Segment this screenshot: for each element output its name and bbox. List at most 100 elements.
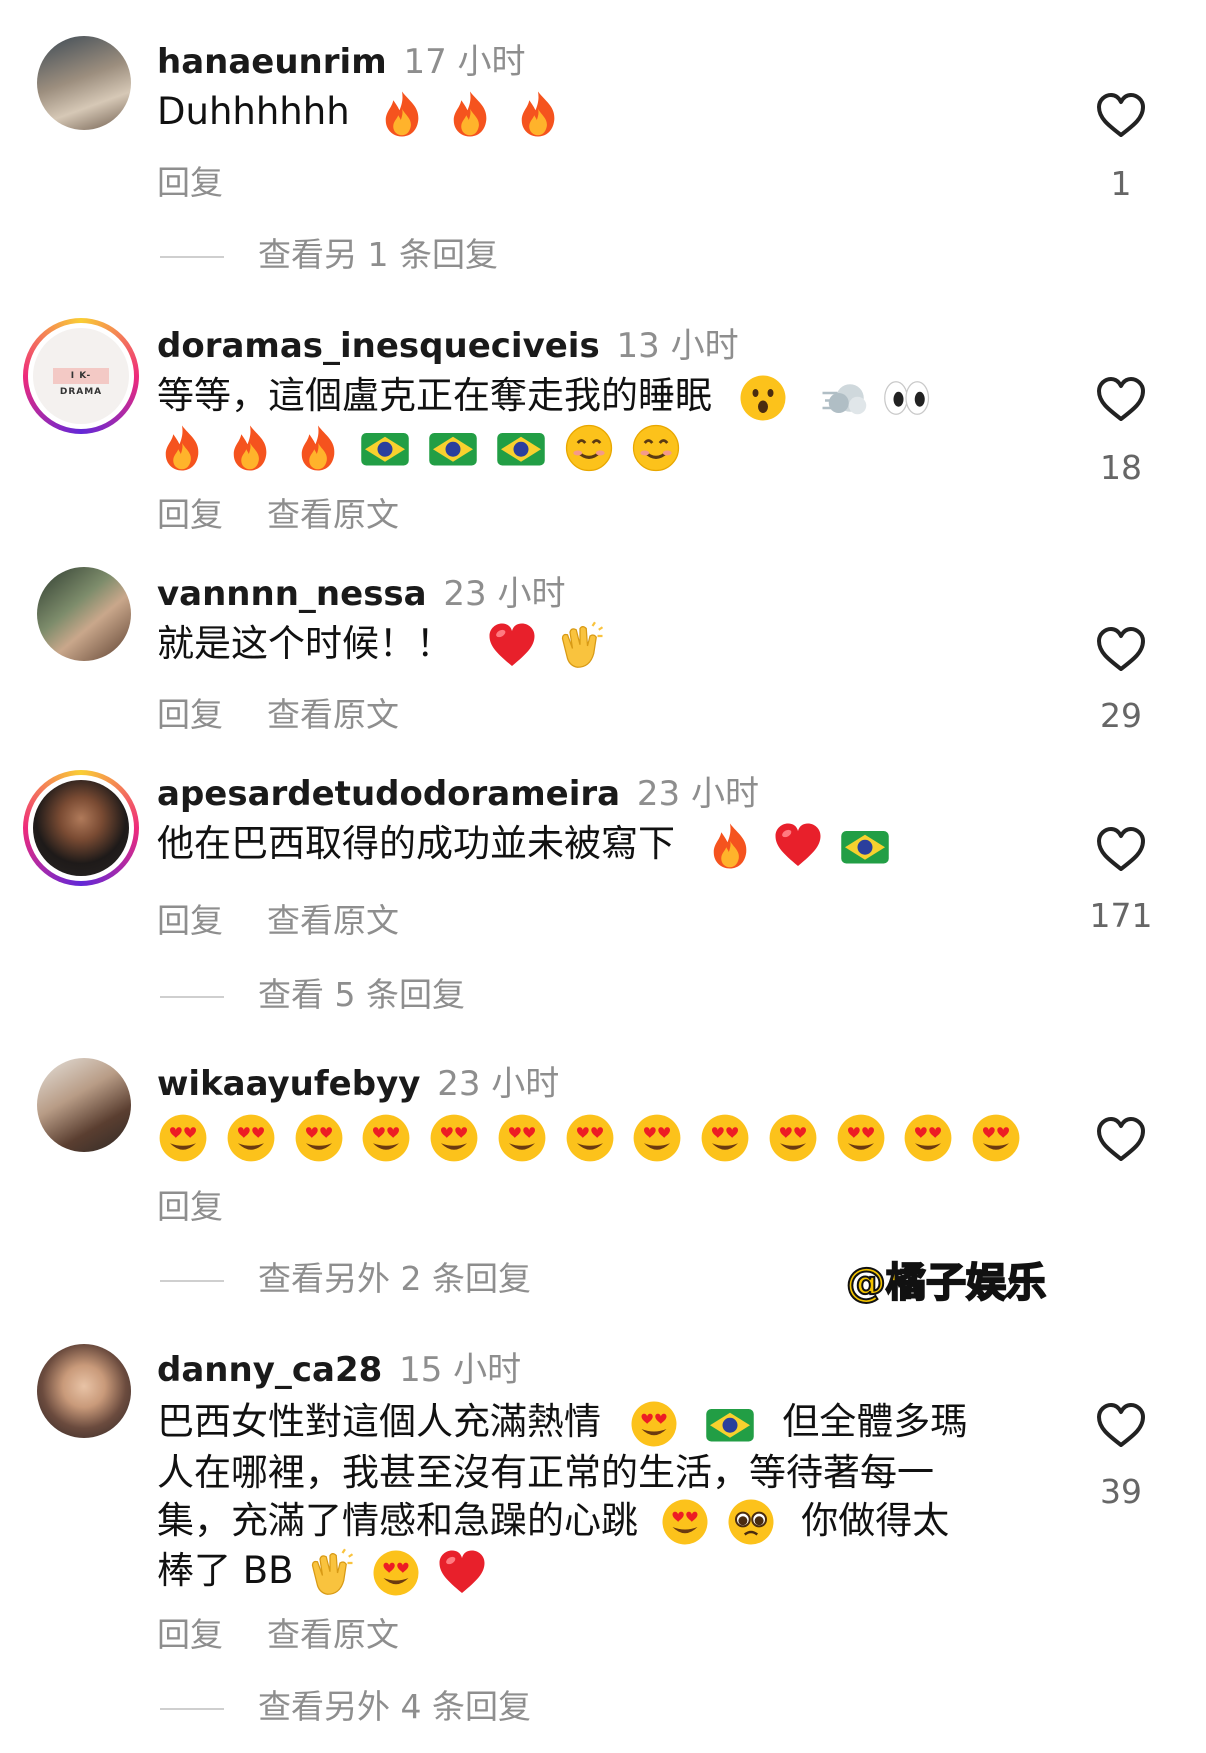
like-heart-icon[interactable] bbox=[1096, 376, 1146, 422]
divider bbox=[160, 255, 224, 258]
smiling-face-emoji-icon bbox=[631, 423, 681, 473]
smiling-face-emoji-icon bbox=[564, 423, 614, 473]
comment-text: 巴西女性對這個人充滿熱情 但全體多瑪 人在哪裡，我甚至沒有正常的生活，等待著每一… bbox=[157, 1398, 1057, 1598]
like-heart-icon[interactable] bbox=[1096, 626, 1146, 672]
comment-body: 等等，這個盧克正在奪走我的睡眠 bbox=[157, 374, 712, 417]
avatar-photo: I K-DRAMA bbox=[33, 328, 129, 424]
username[interactable]: danny_ca28 bbox=[157, 1350, 382, 1390]
fire-emoji-icon bbox=[705, 821, 755, 871]
reply-button[interactable]: 回复 bbox=[157, 695, 223, 734]
comment-actions: 回复 查看原文 bbox=[157, 894, 443, 942]
divider bbox=[160, 1279, 224, 1282]
comment-body: 他在巴西取得的成功並未被寫下 bbox=[157, 822, 675, 865]
comment-header: vannnn_nessa 23 小时 bbox=[157, 566, 566, 615]
avatar[interactable] bbox=[37, 1344, 131, 1438]
fire-emoji-icon bbox=[377, 89, 427, 139]
view-more-replies[interactable]: 查看 5 条回复 bbox=[160, 968, 465, 1016]
heart-eyes-emoji-icon bbox=[902, 1112, 954, 1164]
heart-eyes-emoji-icon bbox=[293, 1112, 345, 1164]
pleading-face-emoji-icon bbox=[726, 1497, 776, 1547]
comment-text bbox=[157, 1112, 1022, 1164]
heart-eyes-emoji-icon bbox=[660, 1497, 710, 1547]
comment-actions: 回复 查看原文 bbox=[157, 488, 443, 536]
fire-emoji-icon bbox=[293, 423, 343, 473]
comment-header: danny_ca28 15 小时 bbox=[157, 1342, 521, 1391]
reply-button[interactable]: 回复 bbox=[157, 1187, 223, 1226]
like-heart-icon[interactable] bbox=[1096, 92, 1146, 138]
avatar[interactable]: I K-DRAMA bbox=[23, 318, 139, 434]
heart-eyes-emoji-icon bbox=[360, 1112, 412, 1164]
comment-header: doramas_inesqueciveis 13 小时 bbox=[157, 318, 739, 367]
avatar[interactable] bbox=[37, 1058, 131, 1152]
reply-button[interactable]: 回复 bbox=[157, 163, 223, 202]
fire-emoji-icon bbox=[513, 89, 563, 139]
username[interactable]: wikaayufebyy bbox=[157, 1064, 420, 1104]
heart-eyes-emoji-icon bbox=[428, 1112, 480, 1164]
see-original-button[interactable]: 查看原文 bbox=[267, 695, 399, 734]
avatar[interactable] bbox=[37, 567, 131, 661]
see-original-button[interactable]: 查看原文 bbox=[267, 901, 399, 940]
timestamp: 15 小时 bbox=[399, 1350, 522, 1390]
view-more-replies[interactable]: 查看另 1 条回复 bbox=[160, 228, 498, 276]
heart-eyes-emoji-icon bbox=[564, 1112, 616, 1164]
avatar-logo-text: I K-DRAMA bbox=[53, 368, 109, 397]
heart-eyes-emoji-icon bbox=[767, 1112, 819, 1164]
fire-emoji-icon bbox=[445, 89, 495, 139]
username[interactable]: vannnn_nessa bbox=[157, 574, 427, 614]
timestamp: 23 小时 bbox=[636, 774, 759, 814]
divider bbox=[160, 995, 224, 998]
view-replies-link[interactable]: 查看另外 2 条回复 bbox=[258, 1259, 531, 1298]
heart-eyes-emoji-icon bbox=[225, 1112, 277, 1164]
comment-body-part: 棒了 BB bbox=[157, 1549, 294, 1592]
brazil-flag-emoji-icon bbox=[840, 821, 890, 871]
clapping-hands-emoji-icon bbox=[305, 1548, 355, 1598]
avatar-photo bbox=[33, 780, 129, 876]
timestamp: 17 小时 bbox=[403, 42, 526, 82]
see-original-button[interactable]: 查看原文 bbox=[267, 1615, 399, 1654]
comment-header: hanaeunrim 17 小时 bbox=[157, 34, 526, 83]
avatar[interactable] bbox=[23, 770, 139, 886]
like-count: 171 bbox=[1089, 896, 1153, 935]
dash-emoji-icon bbox=[820, 373, 870, 423]
view-more-replies[interactable]: 查看另外 4 条回复 bbox=[160, 1680, 531, 1728]
red-heart-emoji-icon bbox=[487, 621, 537, 671]
brazil-flag-emoji-icon bbox=[428, 423, 478, 473]
fire-emoji-icon bbox=[225, 423, 275, 473]
divider bbox=[160, 1707, 224, 1710]
fire-emoji-icon bbox=[157, 423, 207, 473]
view-replies-link[interactable]: 查看另 1 条回复 bbox=[258, 235, 498, 274]
comment-body-part: 巴西女性對這個人充滿熱情 bbox=[157, 1400, 601, 1443]
comment-body-part: 人在哪裡，我甚至沒有正常的生活，等待著每一 bbox=[157, 1450, 934, 1494]
username[interactable]: doramas_inesqueciveis bbox=[157, 326, 600, 366]
like-heart-icon[interactable] bbox=[1096, 1116, 1146, 1162]
comment-body-part: 但全體多瑪 bbox=[782, 1400, 968, 1443]
heart-eyes-emoji-icon bbox=[631, 1112, 683, 1164]
view-more-replies[interactable]: 查看另外 2 条回复 bbox=[160, 1252, 531, 1300]
username[interactable]: hanaeunrim bbox=[157, 42, 387, 82]
see-original-button[interactable]: 查看原文 bbox=[267, 495, 399, 534]
reply-button[interactable]: 回复 bbox=[157, 901, 223, 940]
red-heart-emoji-icon bbox=[773, 821, 823, 871]
reply-button[interactable]: 回复 bbox=[157, 495, 223, 534]
comment-actions: 回复 bbox=[157, 1180, 267, 1228]
username[interactable]: apesardetudodorameira bbox=[157, 774, 620, 814]
heart-eyes-emoji-icon bbox=[970, 1112, 1022, 1164]
avatar[interactable] bbox=[37, 36, 131, 130]
comment-text: 就是这个时候！！ bbox=[157, 620, 605, 671]
view-replies-link[interactable]: 查看 5 条回复 bbox=[258, 975, 465, 1014]
like-count: 29 bbox=[1100, 696, 1142, 735]
like-heart-icon[interactable] bbox=[1096, 1402, 1146, 1448]
heart-eyes-emoji-icon bbox=[371, 1548, 421, 1598]
comment-header: apesardetudodorameira 23 小时 bbox=[157, 766, 759, 815]
astonished-face-emoji-icon bbox=[738, 373, 788, 423]
view-replies-link[interactable]: 查看另外 4 条回复 bbox=[258, 1687, 531, 1726]
reply-button[interactable]: 回复 bbox=[157, 1615, 223, 1654]
comment-actions: 回复 查看原文 bbox=[157, 688, 443, 736]
brazil-flag-emoji-icon bbox=[496, 423, 546, 473]
heart-eyes-emoji-icon bbox=[157, 1112, 209, 1164]
comment-body: 就是这个时候！！ bbox=[157, 622, 453, 665]
clapping-hands-emoji-icon bbox=[555, 621, 605, 671]
like-count: 18 bbox=[1100, 448, 1142, 487]
comment-text: 他在巴西取得的成功並未被寫下 bbox=[157, 820, 890, 871]
like-heart-icon[interactable] bbox=[1096, 826, 1146, 872]
